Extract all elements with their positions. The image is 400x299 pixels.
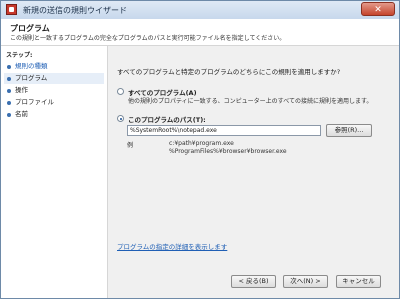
step-action: 操作 [4,85,104,96]
step-bullet-icon [7,77,11,81]
program-path-input[interactable]: %SystemRoot%\notepad.exe [127,125,321,136]
step-label: 操作 [15,86,28,94]
main-content: すべてのプログラムと特定のプログラムのどちらにこの規則を適用しますか? すべての… [108,46,399,298]
steps-title: ステップ: [6,52,33,59]
all-programs-radio[interactable] [117,88,124,95]
step-rule-type[interactable]: 規則の種類 [4,61,104,72]
cancel-button[interactable]: キャンセル [336,275,381,288]
question-text: すべてのプログラムと特定のプログラムのどちらにこの規則を適用しますか? [117,68,341,76]
step-bullet-icon [7,113,11,117]
program-path-label[interactable]: このプログラムのパス(T): [128,114,206,124]
step-label: 規則の種類 [15,62,48,70]
step-bullet-icon [7,101,11,105]
program-path-radio[interactable] [117,115,124,122]
firewall-icon [6,4,17,15]
step-name: 名前 [4,109,104,120]
step-label: 名前 [15,110,28,118]
step-profile: プロファイル [4,97,104,108]
step-bullet-icon [7,89,11,93]
example-path: %ProgramFiles%¥browser¥browser.exe [169,148,287,155]
wizard-window: 新規の送信の規則ウイザード ✕ プログラム この規則と一致するプログラムの完全な… [0,0,400,299]
browse-button[interactable]: 参照(R)... [326,124,372,137]
back-button[interactable]: < 戻る(B) [231,275,276,288]
page-description: この規則と一致するプログラムの完全なプログラムのパスと実行可能ファイル名を指定し… [10,35,286,42]
step-label: プロファイル [15,98,54,106]
step-bullet-icon [7,65,11,69]
close-button[interactable]: ✕ [361,2,395,16]
program-help-link[interactable]: プログラムの指定の詳細を表示します [117,241,227,251]
title-bar: 新規の送信の規則ウイザード ✕ [1,1,399,19]
step-program: プログラム [4,73,104,84]
steps-sidebar: ステップ: 規則の種類 プログラム 操作 プロファイル 名前 [1,46,108,298]
step-label: プログラム [15,74,48,82]
next-button[interactable]: 次へ(N) > [283,275,328,288]
example-path: c:¥path¥program.exe [169,140,234,147]
page-header: プログラム この規則と一致するプログラムの完全なプログラムのパスと実行可能ファイ… [1,19,399,46]
all-programs-description: 他の規則のプロパティに一致する、コンピューター上のすべての接続に規則を適用します… [128,98,373,105]
example-label: 例 [127,142,134,149]
window-title: 新規の送信の規則ウイザード [23,6,127,15]
